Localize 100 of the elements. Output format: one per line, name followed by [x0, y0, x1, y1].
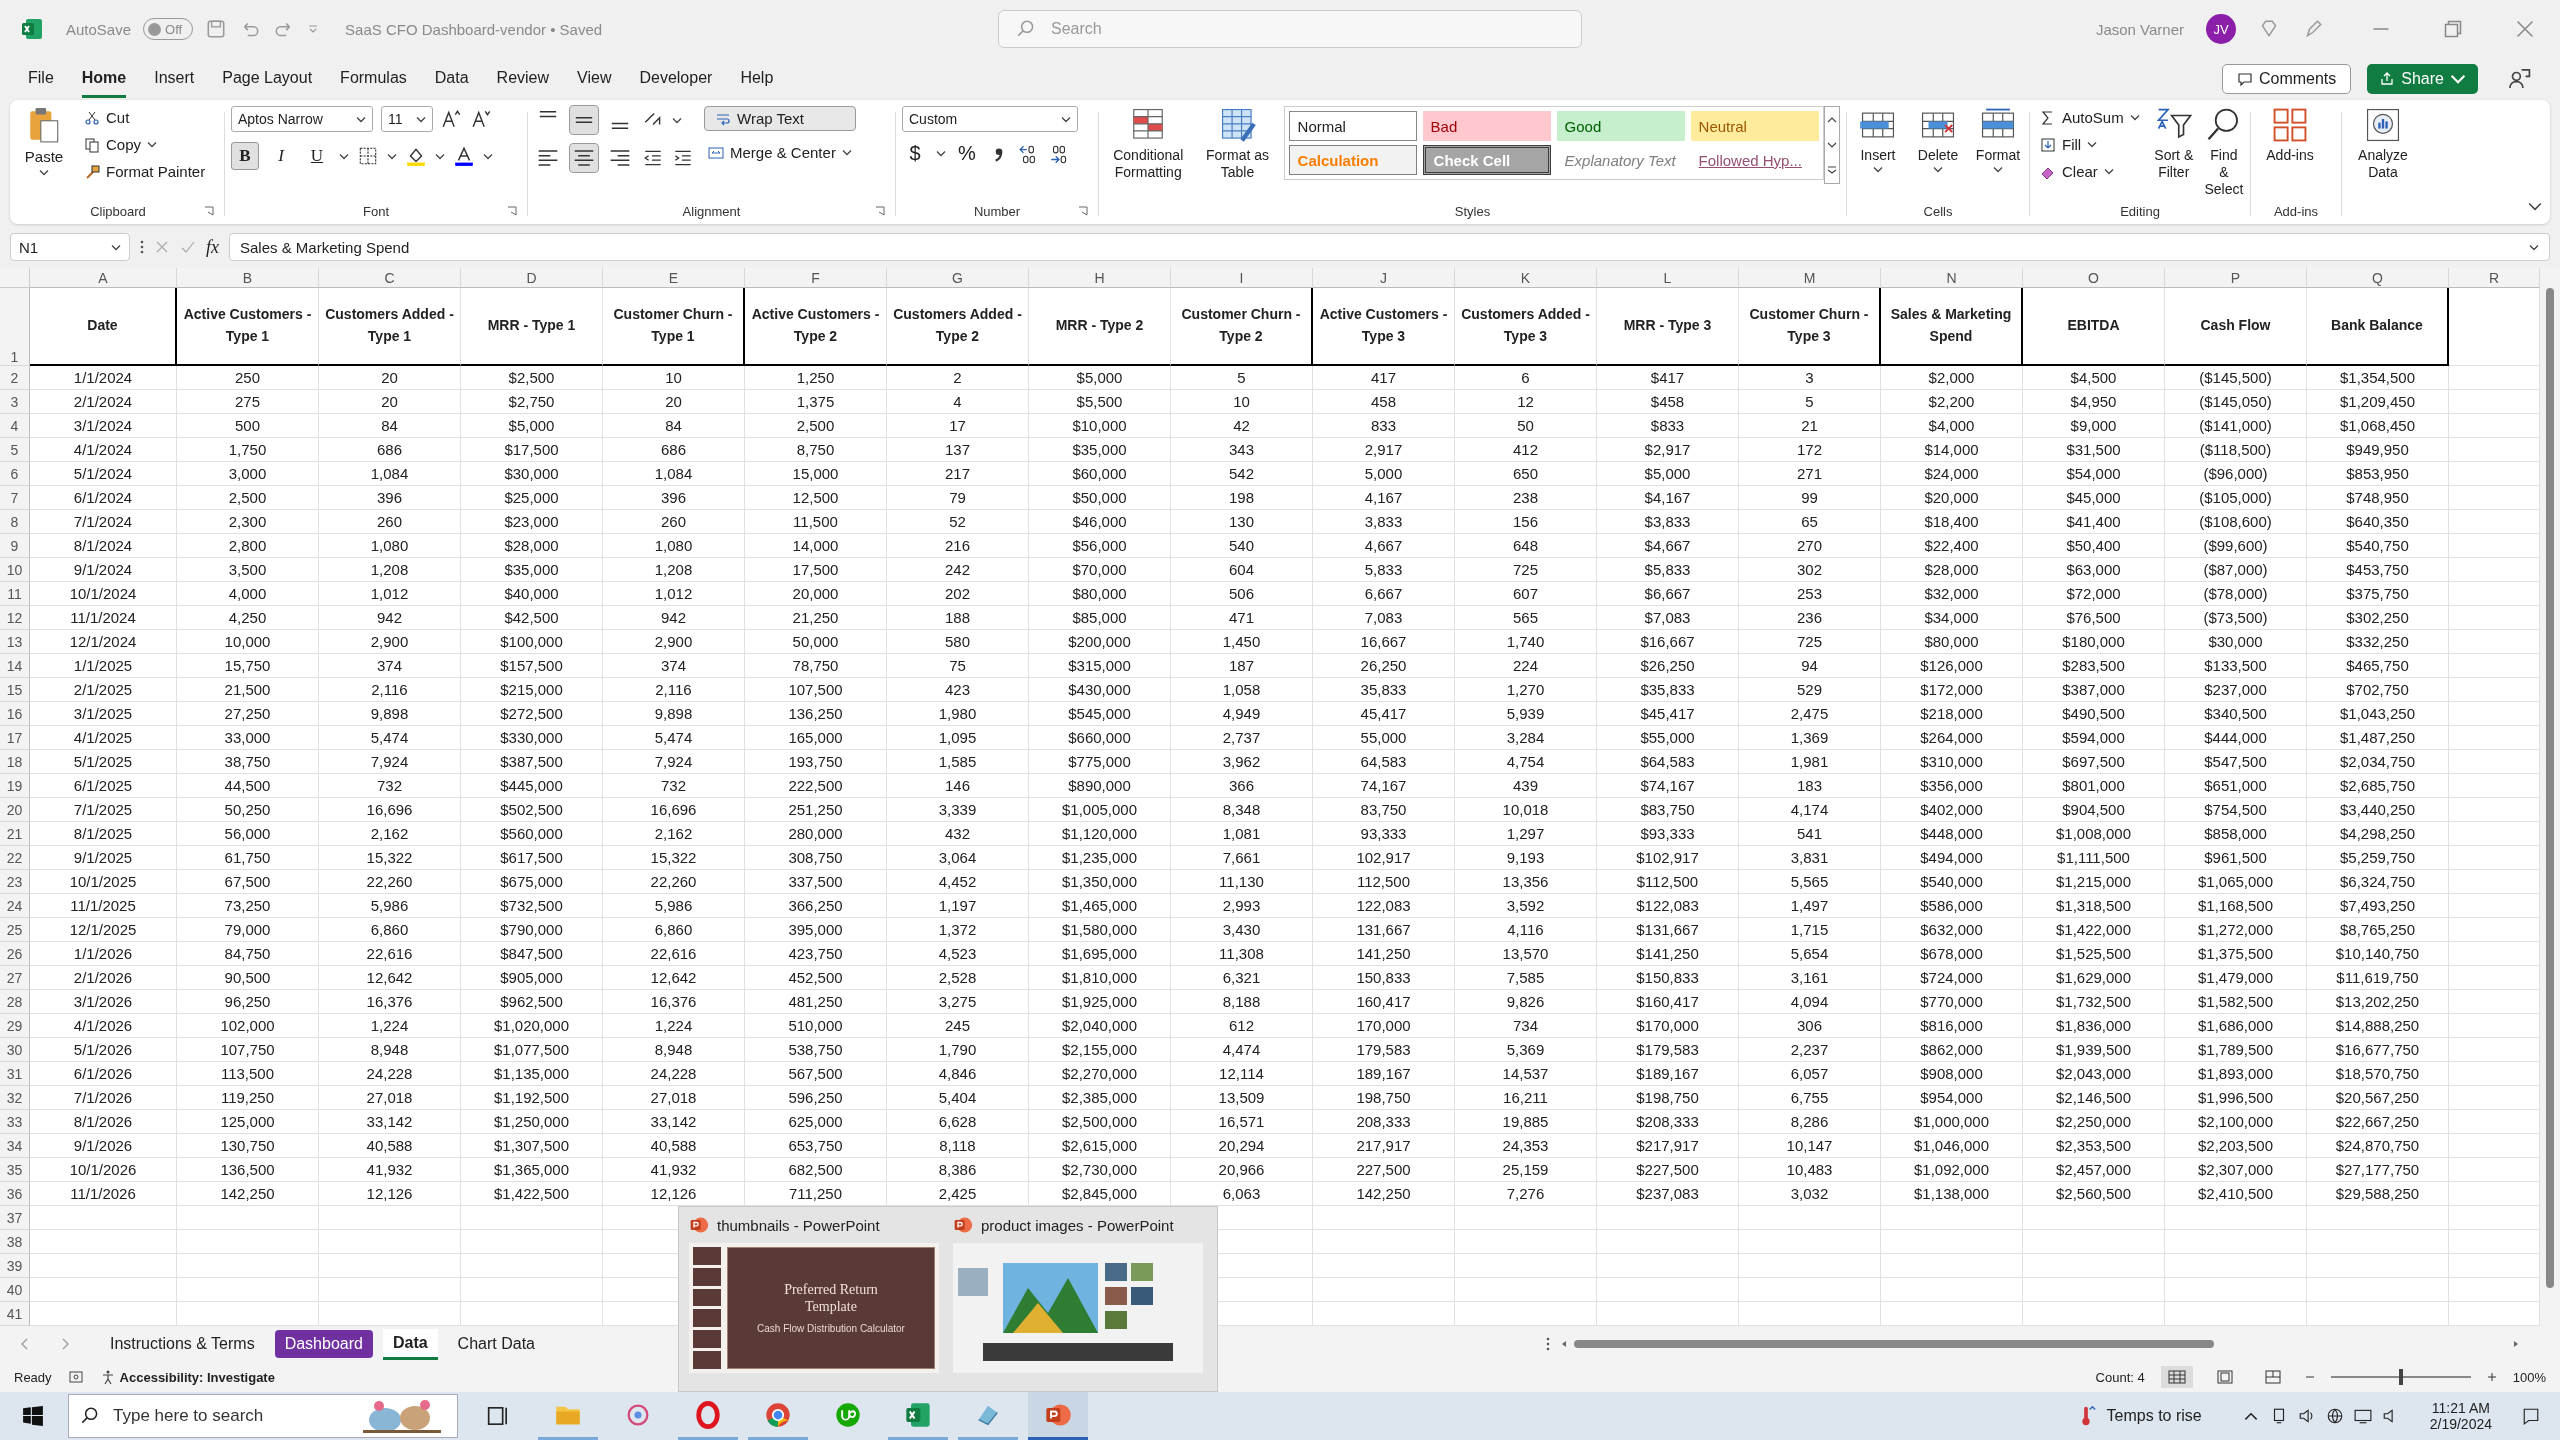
row-number[interactable]: 12: [0, 606, 30, 630]
cell-style-option[interactable]: Normal: [1288, 111, 1417, 141]
font-style-button[interactable]: U: [303, 142, 331, 170]
cell-style-option[interactable]: Bad: [1422, 111, 1551, 141]
dialog-launcher-icon[interactable]: [1078, 206, 1088, 216]
dialog-launcher-icon[interactable]: [204, 206, 214, 216]
menu-tab[interactable]: Page Layout: [222, 60, 313, 98]
menu-tab[interactable]: Developer: [639, 60, 713, 98]
row-number[interactable]: 22: [0, 846, 30, 870]
row-number[interactable]: 20: [0, 798, 30, 822]
column-header[interactable]: N: [1881, 268, 2023, 288]
scroll-down-icon[interactable]: [1826, 141, 1837, 149]
sheet-tab[interactable]: Instructions & Terms: [100, 1330, 265, 1358]
editing-button[interactable]: Sort & Filter: [2153, 106, 2194, 181]
more-styles-icon[interactable]: [1826, 166, 1837, 175]
vertical-align-icon[interactable]: [570, 106, 598, 134]
column-header[interactable]: A: [30, 268, 177, 288]
row-number[interactable]: 34: [0, 1134, 30, 1158]
clipboard-button[interactable]: Format Painter: [80, 160, 210, 183]
row-number[interactable]: 19: [0, 774, 30, 798]
menu-tab[interactable]: Insert: [154, 60, 195, 98]
decrease-font-icon[interactable]: [471, 108, 493, 130]
more-icon[interactable]: [1546, 1336, 1550, 1352]
row-number[interactable]: 7: [0, 486, 30, 510]
menu-tab[interactable]: Review: [496, 60, 550, 98]
presentation-thumbnail[interactable]: Preferred Return Template Cash Flow Distribution Calculator: [689, 1243, 939, 1373]
percent-button[interactable]: %: [954, 142, 980, 165]
preview-title[interactable]: thumbnails - PowerPoint: [717, 1216, 880, 1234]
menu-tab[interactable]: Formulas: [340, 60, 407, 98]
zoom-level[interactable]: 100%: [2512, 1369, 2546, 1385]
scroll-right-icon[interactable]: [2512, 1340, 2520, 1348]
row-number[interactable]: 33: [0, 1110, 30, 1134]
menu-tab[interactable]: Home: [81, 60, 127, 98]
row-number[interactable]: 36: [0, 1182, 30, 1206]
network-icon[interactable]: [2325, 1407, 2344, 1425]
sheet-tab[interactable]: Chart Data: [447, 1330, 545, 1358]
row-number[interactable]: 10: [0, 558, 30, 582]
editing-button[interactable]: Fill: [2036, 133, 2144, 156]
row-number[interactable]: 35: [0, 1158, 30, 1182]
row-number[interactable]: 15: [0, 678, 30, 702]
cell-style-option[interactable]: Explanatory Text: [1556, 145, 1685, 175]
cell-style-option[interactable]: Followed Hyp...: [1690, 145, 1819, 175]
row-number[interactable]: 26: [0, 942, 30, 966]
previous-sheet-icon[interactable]: [20, 1337, 30, 1351]
row-number[interactable]: 39: [0, 1254, 30, 1278]
zoom-slider[interactable]: [2330, 1369, 2471, 1385]
row-number[interactable]: 5: [0, 438, 30, 462]
more-icon[interactable]: [140, 239, 144, 255]
row-number[interactable]: 6: [0, 462, 30, 486]
user-avatar[interactable]: JV: [2206, 14, 2236, 44]
scroll-up-icon[interactable]: [1826, 115, 1837, 124]
column-header[interactable]: H: [1029, 268, 1171, 288]
dialog-launcher-icon[interactable]: [507, 206, 517, 216]
currency-button[interactable]: $: [902, 142, 928, 165]
row-number[interactable]: 23: [0, 870, 30, 894]
row-number[interactable]: 25: [0, 918, 30, 942]
column-header[interactable]: D: [461, 268, 603, 288]
comments-button[interactable]: Comments: [2221, 64, 2352, 94]
zoom-in-icon[interactable]: [2486, 1372, 2497, 1382]
clipboard-button[interactable]: Copy: [80, 133, 210, 156]
sheet-tab[interactable]: Data: [382, 1328, 438, 1360]
row-number[interactable]: 9: [0, 534, 30, 558]
row-number[interactable]: 27: [0, 966, 30, 990]
column-header[interactable]: J: [1313, 268, 1455, 288]
merge-center-button[interactable]: Merge & Center: [704, 141, 856, 164]
menu-tab[interactable]: View: [577, 60, 612, 98]
cells-button[interactable]: Delete: [1913, 106, 1963, 173]
editing-button[interactable]: Clear: [2036, 160, 2144, 183]
styles-button[interactable]: Conditional Formatting: [1105, 106, 1192, 181]
row-number[interactable]: 24: [0, 894, 30, 918]
row-number[interactable]: 28: [0, 990, 30, 1014]
notification-icon[interactable]: [2522, 1407, 2540, 1425]
column-header[interactable]: R: [2449, 268, 2540, 288]
paste-button[interactable]: Paste: [18, 106, 70, 176]
spreadsheet-icon[interactable]: [904, 1400, 932, 1429]
analyze-data-button[interactable]: Analyze Data: [2348, 106, 2418, 181]
column-header[interactable]: K: [1455, 268, 1597, 288]
row-number[interactable]: 2: [0, 366, 30, 390]
normal-view-icon[interactable]: [2160, 1366, 2193, 1388]
row-number[interactable]: 38: [0, 1230, 30, 1254]
column-header[interactable]: F: [745, 268, 887, 288]
collapse-ribbon-icon[interactable]: [2528, 202, 2542, 212]
styles-button[interactable]: Format as Table: [1201, 106, 1274, 181]
column-header[interactable]: O: [2023, 268, 2165, 288]
macro-icon[interactable]: [67, 1369, 84, 1385]
scroll-left-icon[interactable]: [1560, 1340, 1568, 1348]
column-header[interactable]: M: [1739, 268, 1881, 288]
column-header[interactable]: E: [603, 268, 745, 288]
weather-text[interactable]: Temps to rise: [2106, 1407, 2202, 1425]
start-icon[interactable]: [22, 1405, 44, 1427]
add-ins-button[interactable]: Add-ins: [2257, 106, 2323, 163]
clock-date[interactable]: 2/19/2024: [2429, 1416, 2492, 1432]
menu-tab[interactable]: Help: [740, 60, 774, 98]
font-style-button[interactable]: I: [267, 142, 295, 170]
next-sheet-icon[interactable]: [60, 1337, 70, 1351]
taskbar-search-field[interactable]: Type here to search: [68, 1394, 458, 1438]
font-size-field[interactable]: 11: [381, 106, 433, 132]
increase-font-icon[interactable]: [441, 108, 463, 130]
ring-icon[interactable]: [694, 1400, 722, 1429]
check-icon[interactable]: [180, 239, 196, 255]
